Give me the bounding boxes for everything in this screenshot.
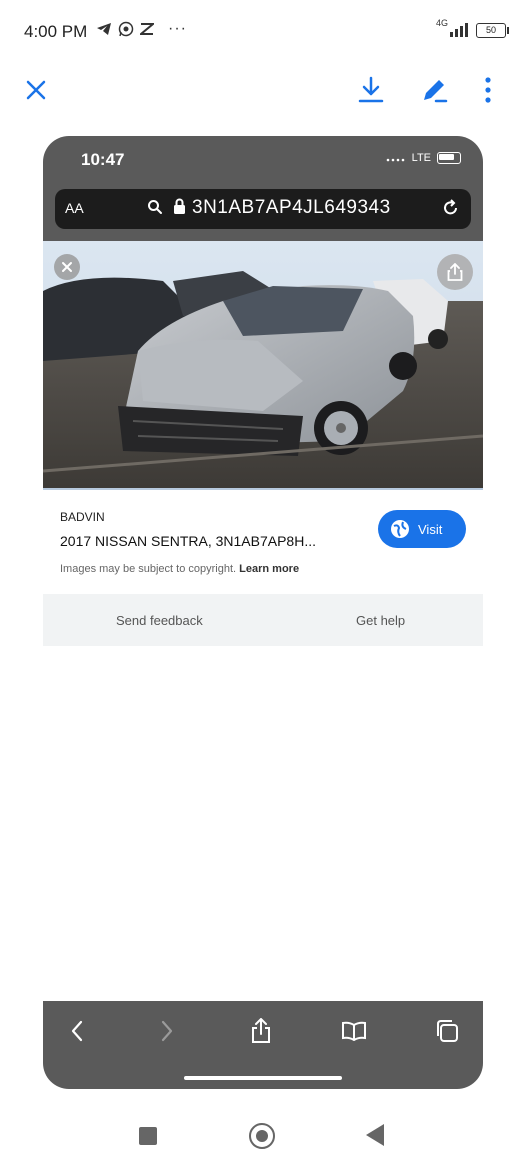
ios-battery-icon <box>437 152 461 164</box>
tabs-icon <box>437 1020 458 1042</box>
android-nav-bar <box>0 1110 526 1160</box>
reload-icon[interactable] <box>441 198 461 218</box>
photo-share-button[interactable] <box>437 254 473 290</box>
back-button[interactable] <box>366 1124 384 1146</box>
safari-forward-button[interactable] <box>153 1016 181 1046</box>
damaged-car-image <box>43 241 483 488</box>
battery-icon: 50 <box>476 22 509 38</box>
visit-button[interactable]: Visit <box>378 510 466 548</box>
search-result-card[interactable]: BADVIN 2017 NISSAN SENTRA, 3N1AB7AP8H...… <box>43 488 483 596</box>
telegram-icon <box>97 23 111 35</box>
send-feedback-link[interactable]: Send feedback <box>116 613 203 628</box>
address-bar[interactable]: AA 3N1AB7AP4JL649343 <box>55 189 471 229</box>
ios-network-label: LTE <box>411 152 431 164</box>
result-site-name: BADVIN <box>60 510 105 524</box>
safari-back-button[interactable] <box>63 1016 91 1046</box>
share-icon <box>252 1018 270 1043</box>
close-icon <box>62 262 72 272</box>
copyright-notice: Images may be subject to copyright. Lear… <box>60 563 299 575</box>
status-time: 4:00 PM <box>24 22 88 41</box>
chevron-right-icon <box>161 1020 173 1042</box>
battery-level: 50 <box>485 24 496 35</box>
reader-text-size-button[interactable]: AA <box>65 200 84 216</box>
safari-share-button[interactable] <box>247 1016 275 1046</box>
status-bar: 4:00 PM ··· 4G 50 <box>0 0 526 64</box>
share-icon <box>447 263 463 281</box>
visit-label: Visit <box>418 521 443 537</box>
whatsapp-icon <box>118 21 134 37</box>
home-indicator <box>184 1076 342 1080</box>
more-options-button[interactable] <box>472 74 504 106</box>
edit-icon <box>424 80 448 103</box>
screenshot-image: 10:47 LTE AA 3N1AB7AP4JL649343 BADVIN 20… <box>43 136 483 1089</box>
book-icon <box>342 1021 366 1041</box>
status-notification-icons: ··· <box>96 20 187 38</box>
ios-time: 10:47 <box>81 150 125 169</box>
safari-bookmarks-button[interactable] <box>340 1016 368 1046</box>
recents-button[interactable] <box>139 1127 157 1145</box>
close-button[interactable] <box>20 74 52 106</box>
viewer-toolbar <box>0 64 526 114</box>
ios-status-icons: LTE <box>386 152 461 164</box>
car-photo <box>43 241 483 488</box>
url-text: 3N1AB7AP4JL649343 <box>192 197 391 218</box>
result-title[interactable]: 2017 NISSAN SENTRA, 3N1AB7AP8H... <box>60 533 316 549</box>
status-right-icons: 4G 50 <box>436 18 509 38</box>
home-button[interactable] <box>249 1123 275 1149</box>
close-icon <box>26 80 46 100</box>
signal-icon: 4G <box>436 18 468 38</box>
ios-safari-header: 10:47 LTE AA 3N1AB7AP4JL649343 <box>43 136 483 241</box>
ios-safari-toolbar <box>43 1001 483 1089</box>
learn-more-link[interactable]: Learn more <box>239 563 299 575</box>
capcut-icon <box>140 23 154 35</box>
ios-signal-icon <box>386 158 404 162</box>
get-help-link[interactable]: Get help <box>356 613 405 628</box>
download-button[interactable] <box>355 74 387 106</box>
download-icon <box>358 76 384 103</box>
globe-icon <box>391 520 409 538</box>
feedback-row: Send feedback Get help <box>43 594 483 646</box>
search-icon <box>148 200 162 214</box>
copyright-text: Images may be subject to copyright. <box>60 563 237 575</box>
lock-icon <box>174 198 185 214</box>
photo-close-button[interactable] <box>54 254 80 280</box>
chevron-left-icon <box>71 1020 83 1042</box>
edit-button[interactable] <box>418 74 450 106</box>
safari-tabs-button[interactable] <box>433 1016 461 1046</box>
status-more-indicator: ··· <box>168 20 187 37</box>
more-vert-icon <box>485 77 491 103</box>
